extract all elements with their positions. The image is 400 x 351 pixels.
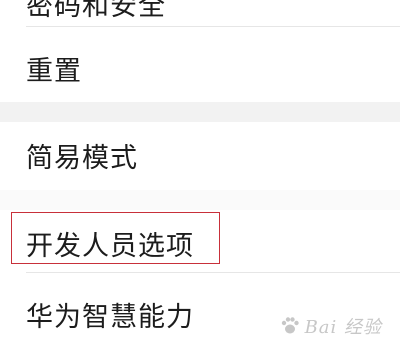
settings-row-label: 密码和安全 — [26, 0, 166, 22]
settings-row-simple-mode[interactable]: 简易模式 — [0, 122, 400, 190]
settings-row-label: 华为智慧能力 — [26, 302, 194, 333]
settings-row-reset[interactable]: 重置 — [0, 27, 400, 102]
settings-row-label: 重置 — [26, 56, 82, 87]
watermark-text: Bai 经验 — [304, 317, 382, 338]
paw-icon — [281, 317, 299, 334]
highlight-box — [11, 212, 220, 264]
settings-row-partial[interactable]: 密码和安全 — [0, 0, 400, 26]
settings-row-label: 简易模式 — [26, 143, 138, 174]
section-gap — [0, 190, 400, 210]
baidu-jingyan-watermark: Bai 经验 — [279, 309, 382, 343]
section-gap — [0, 102, 400, 122]
